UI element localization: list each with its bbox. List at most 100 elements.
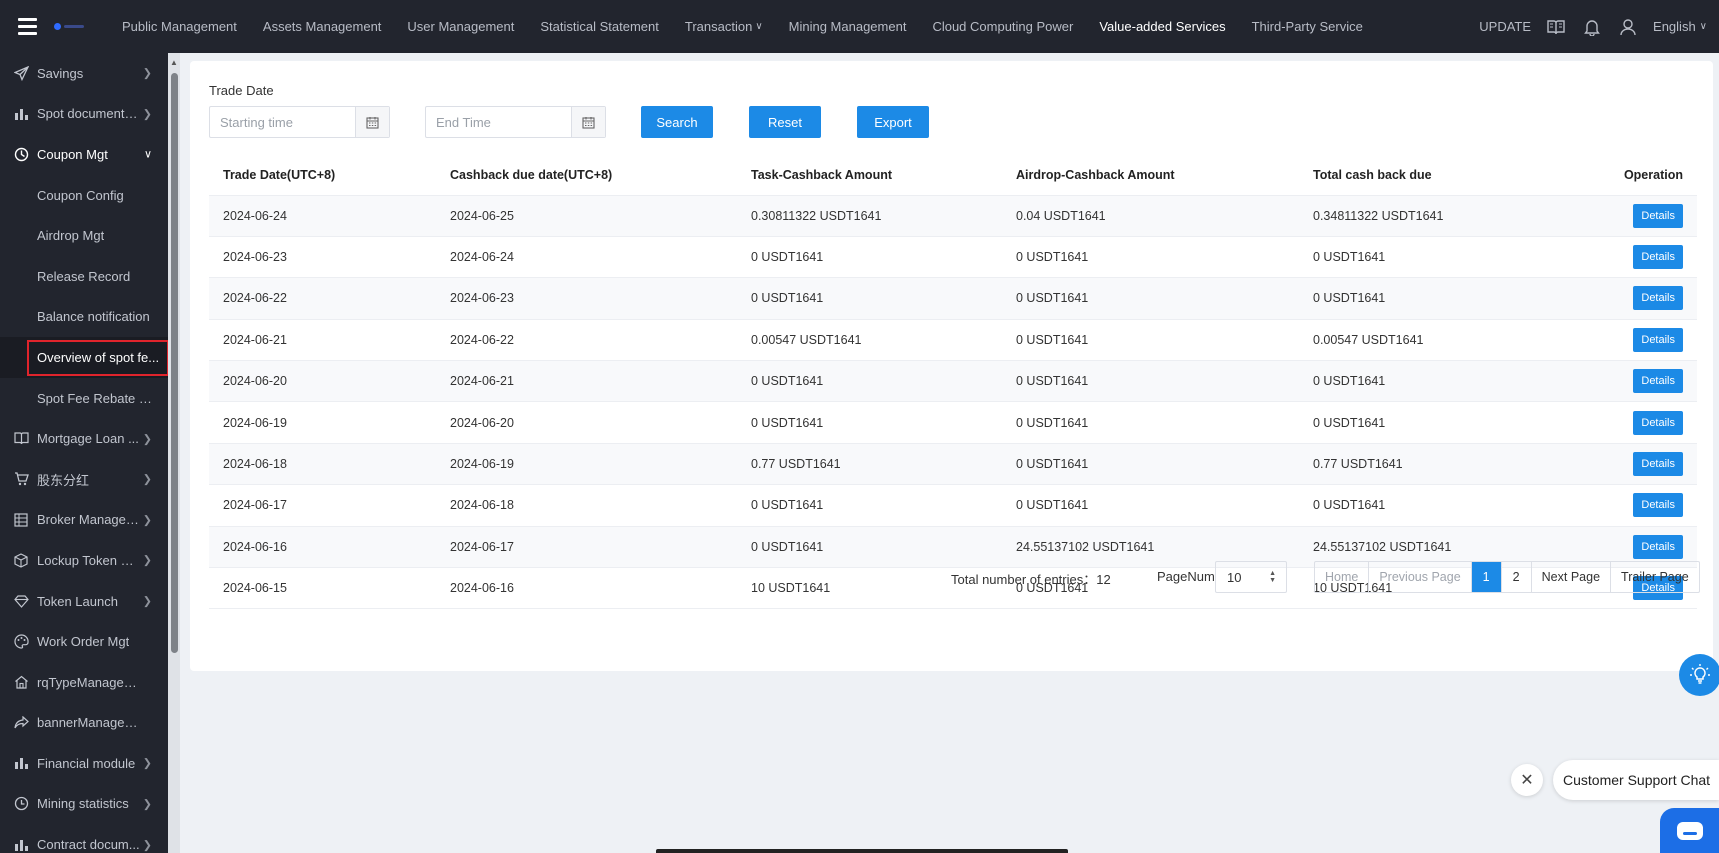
sidebar-item-token-launch[interactable]: Token Launch ❯ — [0, 581, 168, 622]
user-icon[interactable] — [1617, 16, 1639, 38]
sidebar-item-mortgage-loan[interactable]: Mortgage Loan ... ❯ — [0, 418, 168, 459]
nav-mining-management[interactable]: Mining Management — [776, 0, 920, 53]
chevron-right-icon: ❯ — [142, 433, 152, 446]
search-button[interactable]: Search — [641, 106, 713, 138]
sidebar-item-banner-management[interactable]: bannerManagerment — [0, 703, 168, 744]
sidebar-item-shareholder-dividend[interactable]: 股东分红 ❯ — [0, 459, 168, 500]
sidebar-item-label: Savings — [37, 65, 84, 81]
table-row: 2024-06-24 2024-06-25 0.30811322 USDT164… — [209, 195, 1697, 237]
page-next-button[interactable]: Next Page — [1532, 562, 1612, 592]
details-button[interactable]: Details — [1633, 245, 1683, 270]
lightbulb-icon[interactable] — [1679, 654, 1719, 696]
cell-trade-date: 2024-06-23 — [209, 236, 436, 279]
sidebar-item-label: Financial module — [37, 755, 136, 771]
sidebar-item-savings[interactable]: Savings ❯ — [0, 53, 168, 94]
reset-button[interactable]: Reset — [749, 106, 821, 138]
nav-assets-management[interactable]: Assets Management — [250, 0, 395, 53]
chevron-right-icon: ❯ — [142, 108, 152, 121]
sidebar-item-coupon-config[interactable]: Coupon Config — [0, 175, 168, 216]
chevron-down-icon: ∨ — [143, 148, 152, 161]
total-entries-label: Total number of entries： — [951, 572, 1097, 587]
calendar-icon[interactable] — [355, 107, 389, 137]
details-button[interactable]: Details — [1633, 452, 1683, 477]
cell-airdrop-cashback: 0 USDT1641 — [1002, 360, 1299, 403]
chevron-down-icon: ∨ — [755, 21, 763, 32]
pagination: Home Previous Page 1 2 Next Page Trailer… — [1314, 561, 1700, 593]
page-trailer-button[interactable]: Trailer Page — [1611, 562, 1699, 592]
sidebar-item-release-record[interactable]: Release Record — [0, 256, 168, 297]
bar-chart-icon — [12, 105, 30, 123]
brand-logo[interactable] — [54, 20, 88, 34]
cell-airdrop-cashback: 0.04 USDT1641 — [1002, 195, 1299, 237]
sidebar-item-airdrop-mgt[interactable]: Airdrop Mgt — [0, 215, 168, 256]
cell-operation: Details — [1559, 277, 1697, 320]
cell-total-cashback: 0.00547 USDT1641 — [1299, 319, 1559, 362]
nav-transaction[interactable]: Transaction ∨ — [672, 0, 776, 53]
calendar-icon[interactable] — [571, 107, 605, 137]
nav-cloud-computing-power[interactable]: Cloud Computing Power — [919, 0, 1086, 53]
sidebar-item-contract-documentation[interactable]: Contract docum... ❯ — [0, 824, 168, 853]
nav-user-management[interactable]: User Management — [394, 0, 527, 53]
export-button[interactable]: Export — [857, 106, 929, 138]
close-icon[interactable]: ✕ — [1511, 764, 1543, 796]
sidebar-item-overview-spot-fee[interactable]: Overview of spot fe... — [0, 337, 168, 378]
book-icon[interactable] — [1545, 16, 1567, 38]
customer-support-chat-label[interactable]: Customer Support Chat — [1553, 760, 1719, 800]
sidebar-item-mining-statistics[interactable]: Mining statistics ❯ — [0, 784, 168, 825]
cell-task-cashback: 0.77 USDT1641 — [737, 443, 1002, 486]
clock-icon — [12, 795, 30, 813]
menu-toggle-icon[interactable] — [18, 0, 48, 53]
sidebar-item-label: Coupon Mgt — [37, 146, 108, 162]
cell-total-cashback: 0.77 USDT1641 — [1299, 443, 1559, 486]
sidebar-item-spot-fee-rebate[interactable]: Spot Fee Rebate De... — [0, 378, 168, 419]
end-date-input[interactable] — [426, 107, 566, 137]
nav-public-management[interactable]: Public Management — [109, 0, 250, 53]
end-date-picker[interactable] — [425, 106, 606, 138]
start-date-picker[interactable] — [209, 106, 390, 138]
sidebar-item-label: Release Record — [37, 268, 131, 284]
sidebar-item-balance-notification[interactable]: Balance notification — [0, 297, 168, 338]
details-button[interactable]: Details — [1633, 534, 1683, 559]
sidebar-item-lockup-token-mgt[interactable]: Lockup Token Mgt ❯ — [0, 540, 168, 581]
table-row: 2024-06-18 2024-06-19 0.77 USDT1641 0 US… — [209, 443, 1697, 486]
details-button[interactable]: Details — [1633, 369, 1683, 394]
page-previous-button[interactable]: Previous Page — [1369, 562, 1472, 592]
chevron-right-icon: ❯ — [142, 839, 152, 852]
details-button[interactable]: Details — [1633, 410, 1683, 435]
table-row: 2024-06-22 2024-06-23 0 USDT1641 0 USDT1… — [209, 277, 1697, 320]
cashback-table: Trade Date(UTC+8) Cashback due date(UTC+… — [209, 155, 1697, 610]
cell-trade-date: 2024-06-22 — [209, 277, 436, 320]
sidebar-item-financial-module[interactable]: Financial module ❯ — [0, 743, 168, 784]
page-home-button[interactable]: Home — [1315, 562, 1370, 592]
page-size-select[interactable]: 10 ▲ ▼ — [1215, 561, 1287, 593]
language-selector[interactable]: English ∨ — [1653, 19, 1707, 34]
column-header-task-cashback: Task-Cashback Amount — [737, 155, 1002, 196]
sidebar-item-spot-documentation[interactable]: Spot documenta... ❯ — [0, 94, 168, 135]
nav-third-party-service[interactable]: Third-Party Service — [1239, 0, 1376, 53]
details-button[interactable]: Details — [1633, 493, 1683, 518]
nav-statistical-statement[interactable]: Statistical Statement — [527, 0, 672, 53]
update-link[interactable]: UPDATE — [1479, 19, 1531, 34]
sidebar-item-broker-management[interactable]: Broker Managem... ❯ — [0, 500, 168, 541]
sidebar-item-label: rqTypeManagement — [37, 674, 141, 690]
cell-due-date: 2024-06-16 — [436, 567, 737, 610]
details-button[interactable]: Details — [1633, 286, 1683, 311]
home-indicator — [656, 849, 1068, 853]
details-button[interactable]: Details — [1633, 327, 1683, 352]
cell-due-date: 2024-06-17 — [436, 526, 737, 569]
bell-icon[interactable] — [1581, 16, 1603, 38]
page-2-button[interactable]: 2 — [1502, 562, 1532, 592]
chat-icon[interactable] — [1660, 808, 1719, 853]
palette-icon — [12, 633, 30, 651]
scroll-up-arrow-icon[interactable]: ▲ — [170, 58, 178, 67]
cell-operation: Details — [1559, 443, 1697, 486]
nav-value-added-services[interactable]: Value-added Services — [1086, 0, 1238, 53]
start-date-input[interactable] — [210, 107, 350, 137]
chevron-right-icon: ❯ — [142, 514, 152, 527]
page-1-button[interactable]: 1 — [1471, 562, 1502, 592]
sidebar-item-coupon-mgt[interactable]: Coupon Mgt ∨ — [0, 134, 168, 175]
details-button[interactable]: Details — [1633, 203, 1683, 228]
sidebar-item-rqtype-management[interactable]: rqTypeManagement — [0, 662, 168, 703]
sidebar-item-work-order-mgt[interactable]: Work Order Mgt — [0, 621, 168, 662]
sidebar-scrollbar-thumb[interactable] — [171, 73, 178, 653]
